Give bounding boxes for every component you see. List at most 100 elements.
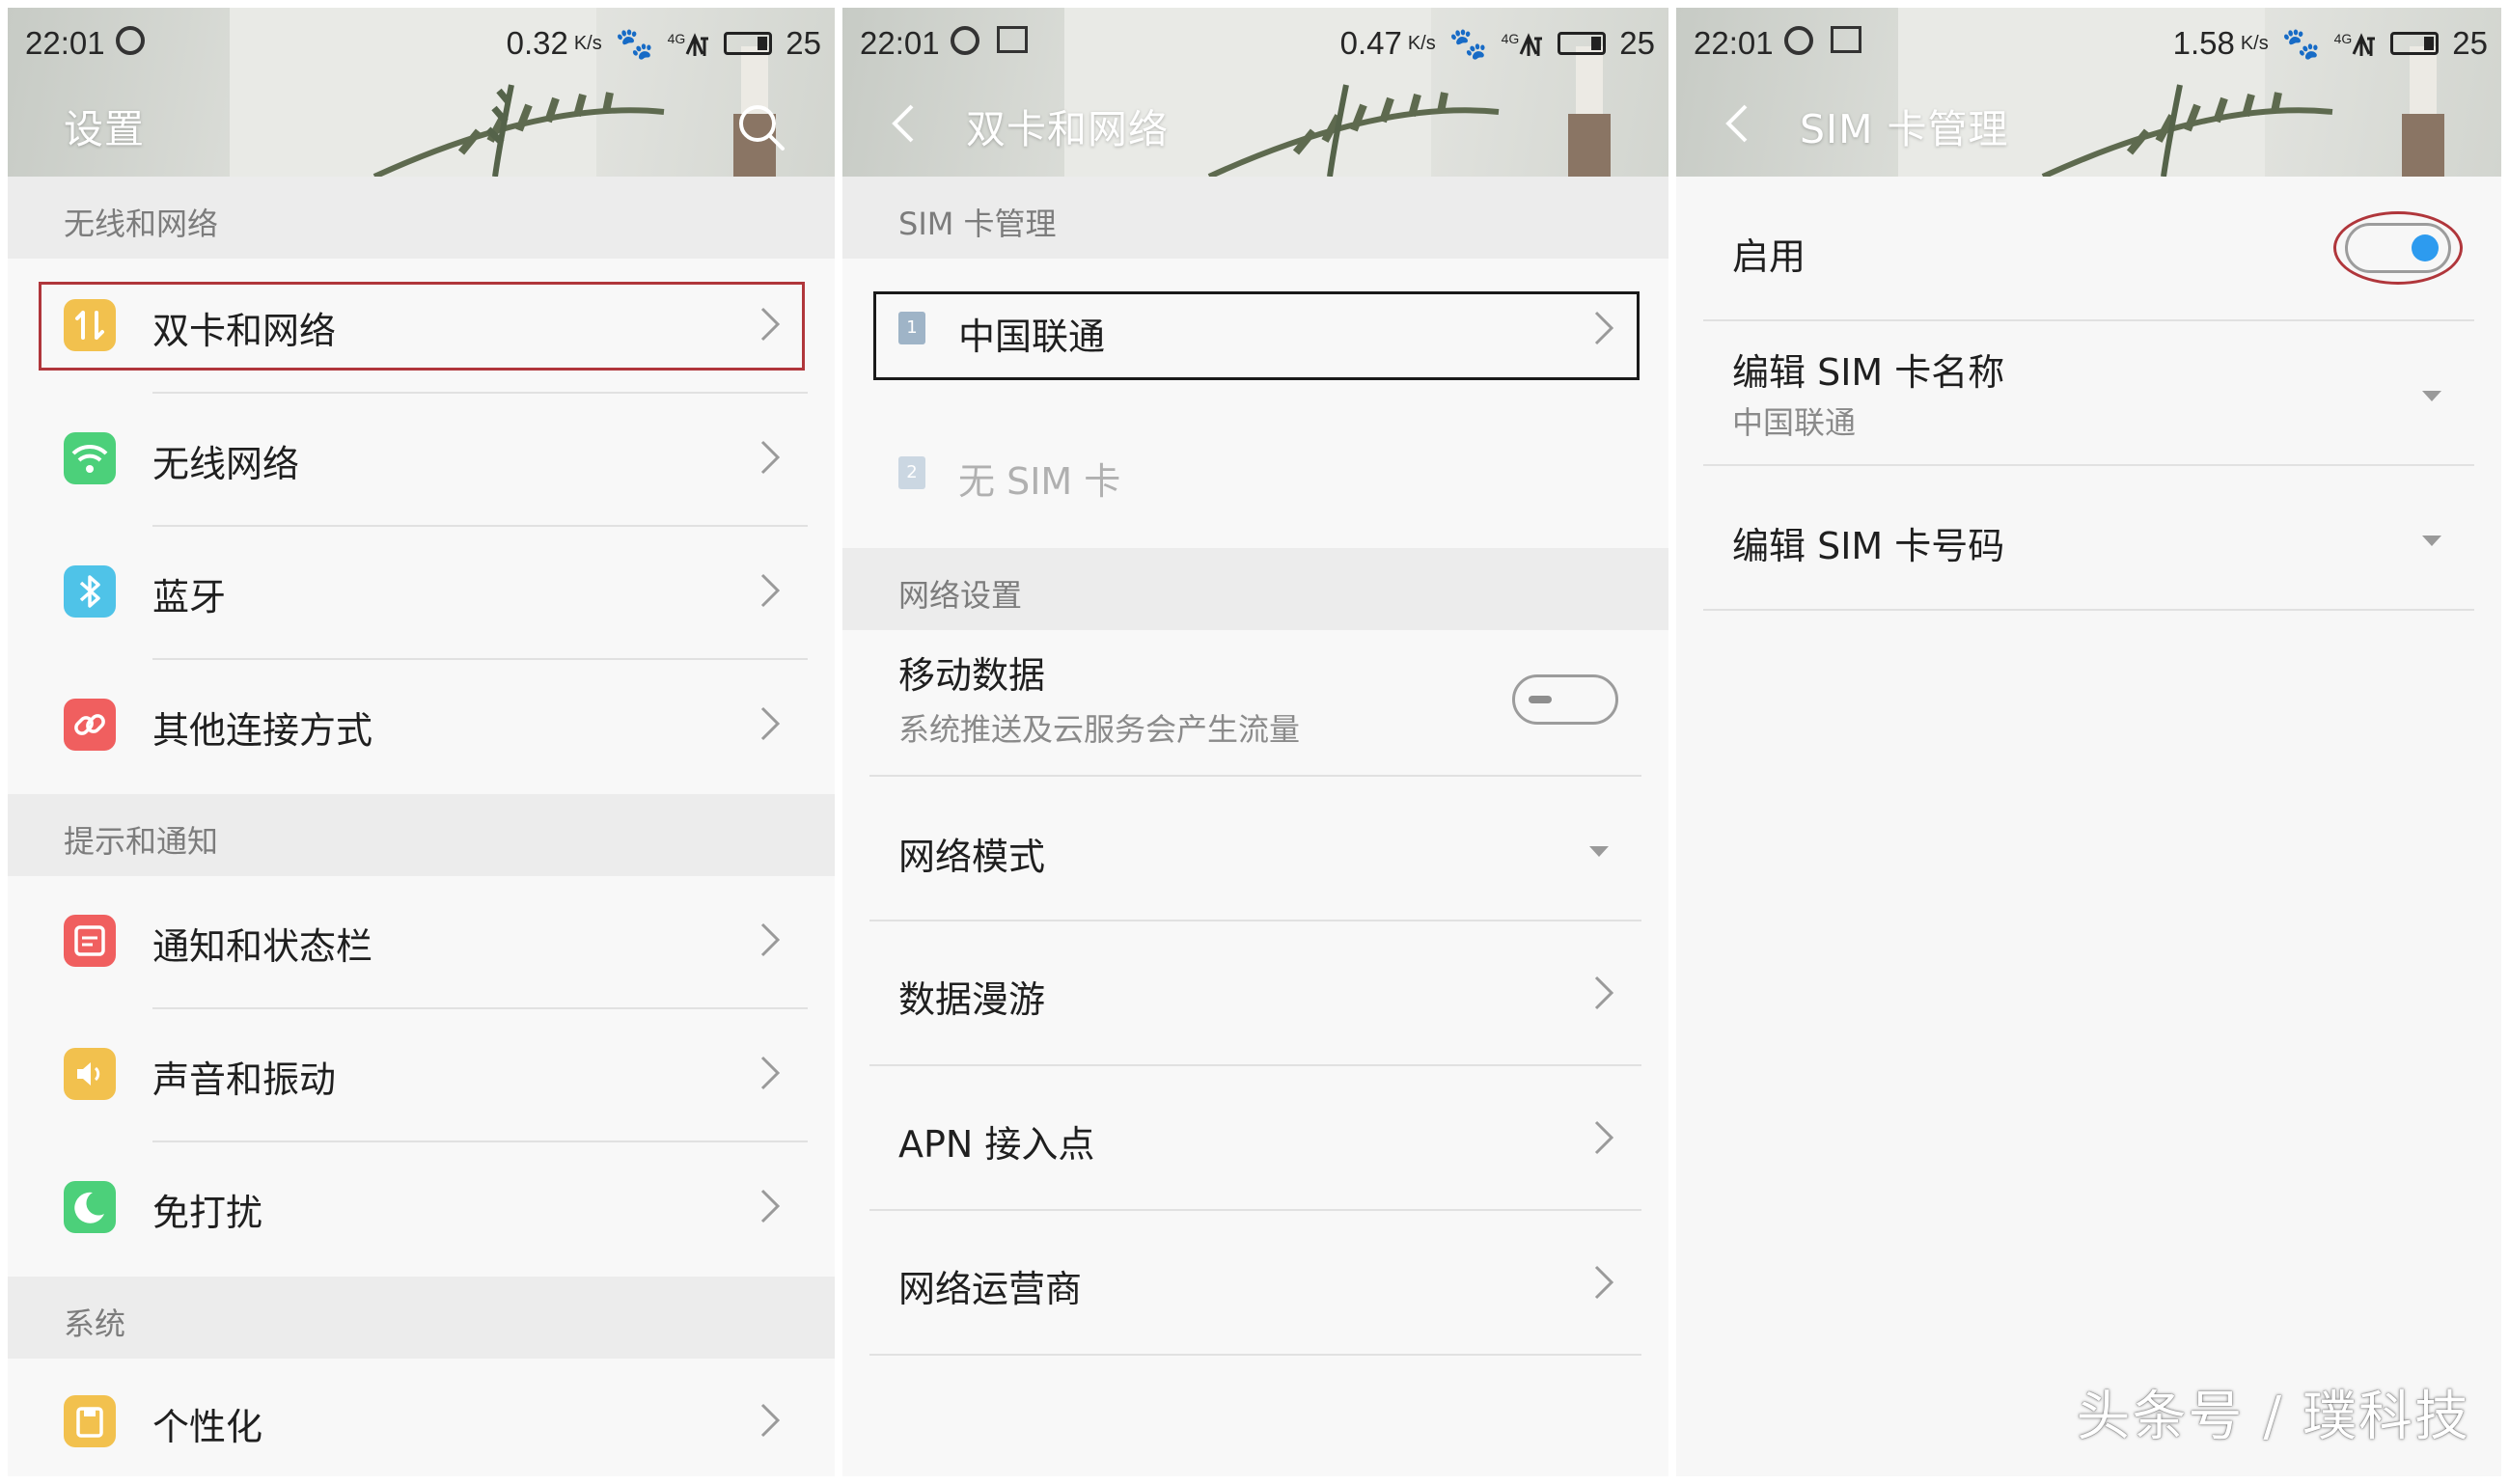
network-type: 4G <box>667 31 686 46</box>
chevron-right-icon <box>1594 1120 1614 1155</box>
settings-item-sound[interactable]: 声音和振动 <box>8 1009 835 1140</box>
chevron-right-icon <box>760 440 781 475</box>
divider <box>869 1354 1641 1356</box>
enable-label: 启用 <box>1732 235 1806 278</box>
battery-icon <box>1558 32 1607 55</box>
net-speed-unit: K/s <box>1407 32 1436 54</box>
carrier-label: 网络运营商 <box>898 1268 1083 1310</box>
settings-item-personalize[interactable]: 个性化 <box>8 1359 835 1476</box>
page-title: 设置 <box>64 106 145 152</box>
settings-list-wireless: 双卡和网络 无线网络 蓝牙 其他连接方式 <box>8 259 835 794</box>
edit-name-label: 编辑 SIM 卡名称 <box>1732 351 2005 394</box>
battery-icon <box>724 32 773 55</box>
sim-manage-screen: 22:01 1.58 K/s 🐾 4G 25 SIM 卡管理 启用 编辑 SIM… <box>1676 8 2501 1476</box>
mobile-data-label: 移动数据 <box>898 654 1046 697</box>
divider <box>1703 609 2474 611</box>
header-banner: 22:01 0.47 K/s 🐾 4G 25 双卡和网络 <box>842 8 1668 177</box>
sound-icon <box>64 1048 116 1100</box>
edit-sim-number-item[interactable]: 编辑 SIM 卡号码 <box>1676 466 2501 609</box>
signal-icon: 4G <box>1502 31 1545 56</box>
settings-item-label: 蓝牙 <box>152 576 227 618</box>
edit-sim-name-item[interactable]: 编辑 SIM 卡名称 中国联通 <box>1676 321 2501 464</box>
network-settings-list: 移动数据 系统推送及云服务会产生流量 网络模式 数据漫游 APN 接入点 网络运… <box>842 630 1668 1476</box>
settings-item-label: 个性化 <box>152 1406 263 1448</box>
section-header-notifications: 提示和通知 <box>8 794 835 876</box>
network-type: 4G <box>1501 31 1520 46</box>
network-type: 4G <box>2333 31 2353 46</box>
chevron-right-icon <box>760 573 781 608</box>
section-title: 无线和网络 <box>64 206 219 242</box>
battery-level: 25 <box>2452 25 2488 61</box>
network-mode-item[interactable]: 网络模式 <box>842 777 1668 920</box>
data-roaming-item[interactable]: 数据漫游 <box>842 921 1668 1064</box>
wifi-icon <box>64 432 116 484</box>
watermark: 头条号 / 璞科技 <box>2076 1386 2470 1448</box>
paw-icon: 🐾 <box>2281 26 2321 61</box>
settings-item-wifi[interactable]: 无线网络 <box>8 394 835 525</box>
search-icon[interactable] <box>732 98 788 154</box>
back-arrow-icon[interactable] <box>885 100 920 147</box>
highlight-box <box>873 291 1640 380</box>
settings-item-label: 声音和振动 <box>152 1058 337 1101</box>
page-title: 双卡和网络 <box>966 106 1169 152</box>
section-title: 系统 <box>64 1305 126 1342</box>
settings-item-bluetooth[interactable]: 蓝牙 <box>8 527 835 658</box>
dual-sim-screen: 22:01 0.47 K/s 🐾 4G 25 双卡和网络 SIM 卡管理 1 中… <box>842 8 1668 1476</box>
battery-icon <box>2390 32 2440 55</box>
section-title: 网络设置 <box>898 577 1023 614</box>
clock: 22:01 <box>25 25 105 61</box>
bluetooth-icon <box>64 565 116 618</box>
settings-list-notifications: 通知和状态栏 声音和振动 免打扰 <box>8 876 835 1277</box>
carrier-item[interactable]: 网络运营商 <box>842 1211 1668 1354</box>
sim-list: 1 中国联通 2 无 SIM 卡 <box>842 259 1668 548</box>
sync-icon <box>116 26 145 55</box>
clock: 22:01 <box>1694 25 1774 61</box>
sim-name-value: 中国联通 <box>1732 404 1857 441</box>
chevron-right-icon <box>1594 976 1614 1010</box>
section-header-wireless: 无线和网络 <box>8 177 835 259</box>
net-speed: 0.47 <box>1339 25 1402 61</box>
settings-screen: 22:01 0.32 K/s 🐾 4G 25 设置 无线和网络 双卡和网络 无线… <box>8 8 835 1476</box>
dropdown-arrow-icon <box>2422 391 2441 401</box>
status-bar: 22:01 0.47 K/s 🐾 4G 25 <box>842 21 1668 66</box>
mobile-data-desc: 系统推送及云服务会产生流量 <box>898 711 1301 748</box>
section-title: SIM 卡管理 <box>898 206 1057 242</box>
section-header-system: 系统 <box>8 1277 835 1359</box>
enable-sim-item[interactable]: 启用 <box>1676 177 2501 319</box>
link-icon <box>64 699 116 751</box>
edit-number-label: 编辑 SIM 卡号码 <box>1732 525 2005 567</box>
network-mode-label: 网络模式 <box>898 836 1046 878</box>
net-speed: 0.32 <box>506 25 568 61</box>
back-arrow-icon[interactable] <box>1719 100 1753 147</box>
notification-icon <box>64 915 116 967</box>
chevron-right-icon <box>760 1056 781 1090</box>
chevron-right-icon <box>1594 1265 1614 1300</box>
highlight-box <box>39 282 805 371</box>
settings-item-do-not-disturb[interactable]: 免打扰 <box>8 1142 835 1276</box>
battery-level: 25 <box>786 25 821 61</box>
sim2-item: 2 无 SIM 卡 <box>842 403 1668 548</box>
sim-slot-number: 2 <box>906 462 918 482</box>
chevron-right-icon <box>760 922 781 957</box>
settings-item-other-connections[interactable]: 其他连接方式 <box>8 660 835 793</box>
clock: 22:01 <box>860 25 940 61</box>
net-speed: 1.58 <box>2172 25 2235 61</box>
mobile-data-toggle[interactable] <box>1512 674 1618 725</box>
signal-icon: 4G <box>668 31 711 56</box>
sync-icon <box>951 26 979 55</box>
apn-item[interactable]: APN 接入点 <box>842 1066 1668 1209</box>
status-bar: 22:01 0.32 K/s 🐾 4G 25 <box>8 21 835 66</box>
net-speed-unit: K/s <box>2240 32 2269 54</box>
personalize-icon <box>64 1395 116 1447</box>
sim-card-icon: 2 <box>898 456 925 489</box>
moon-icon <box>64 1181 116 1233</box>
dropdown-arrow-icon <box>2422 536 2441 546</box>
settings-item-notification-bar[interactable]: 通知和状态栏 <box>8 876 835 1007</box>
settings-item-label: 通知和状态栏 <box>152 925 373 968</box>
dropdown-arrow-icon <box>1589 846 1609 857</box>
net-speed-unit: K/s <box>573 32 602 54</box>
highlight-ellipse <box>2333 211 2463 285</box>
settings-item-label: 无线网络 <box>152 443 300 485</box>
settings-item-label: 其他连接方式 <box>152 709 373 752</box>
mobile-data-item[interactable]: 移动数据 系统推送及云服务会产生流量 <box>842 630 1668 775</box>
